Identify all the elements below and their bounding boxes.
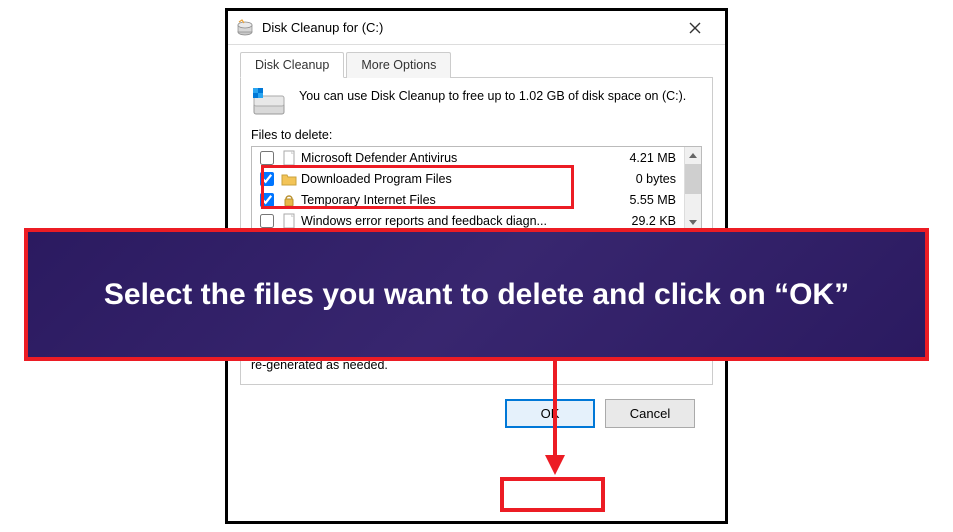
file-icon xyxy=(281,150,297,166)
file-size: 4.21 MB xyxy=(610,151,680,165)
file-icon xyxy=(281,213,297,229)
cancel-button[interactable]: Cancel xyxy=(605,399,695,428)
file-list-scrollbar[interactable] xyxy=(684,147,701,231)
dialog-button-row: OK Cancel xyxy=(240,389,713,428)
cleanup-info: You can use Disk Cleanup to free up to 1… xyxy=(251,88,702,118)
file-name: Temporary Internet Files xyxy=(301,193,606,207)
ok-button[interactable]: OK xyxy=(505,399,595,428)
window-title: Disk Cleanup for (C:) xyxy=(262,20,673,35)
files-to-delete-label: Files to delete: xyxy=(251,128,702,142)
folder-icon xyxy=(281,171,297,187)
file-name: Windows error reports and feedback diagn… xyxy=(301,214,606,228)
close-icon xyxy=(689,22,701,34)
file-row[interactable]: Microsoft Defender Antivirus 4.21 MB xyxy=(252,147,684,168)
file-row[interactable]: Temporary Internet Files 5.55 MB xyxy=(252,189,684,210)
scroll-thumb[interactable] xyxy=(685,164,701,194)
file-checkbox[interactable] xyxy=(260,214,274,228)
file-size: 5.55 MB xyxy=(610,193,680,207)
lock-icon xyxy=(281,192,297,208)
annotation-banner: Select the files you want to delete and … xyxy=(24,228,929,361)
cleanup-info-text: You can use Disk Cleanup to free up to 1… xyxy=(299,88,686,105)
disk-cleanup-icon xyxy=(236,19,254,37)
close-button[interactable] xyxy=(673,13,717,43)
tab-row: Disk Cleanup More Options xyxy=(240,51,713,78)
file-list: Microsoft Defender Antivirus 4.21 MB Dow… xyxy=(251,146,702,232)
tab-more-options[interactable]: More Options xyxy=(346,52,451,78)
file-row[interactable]: Downloaded Program Files 0 bytes xyxy=(252,168,684,189)
file-name: Downloaded Program Files xyxy=(301,172,606,186)
file-name: Microsoft Defender Antivirus xyxy=(301,151,606,165)
file-size: 0 bytes xyxy=(610,172,680,186)
titlebar: Disk Cleanup for (C:) xyxy=(228,11,725,45)
file-size: 29.2 KB xyxy=(610,214,680,228)
scroll-up-button[interactable] xyxy=(685,147,701,164)
drive-icon xyxy=(251,88,289,118)
annotation-text: Select the files you want to delete and … xyxy=(104,276,849,314)
tab-disk-cleanup[interactable]: Disk Cleanup xyxy=(240,52,344,78)
chevron-up-icon xyxy=(689,153,697,158)
file-checkbox[interactable] xyxy=(260,151,274,165)
chevron-down-icon xyxy=(689,220,697,225)
file-checkbox[interactable] xyxy=(260,172,274,186)
file-checkbox[interactable] xyxy=(260,193,274,207)
